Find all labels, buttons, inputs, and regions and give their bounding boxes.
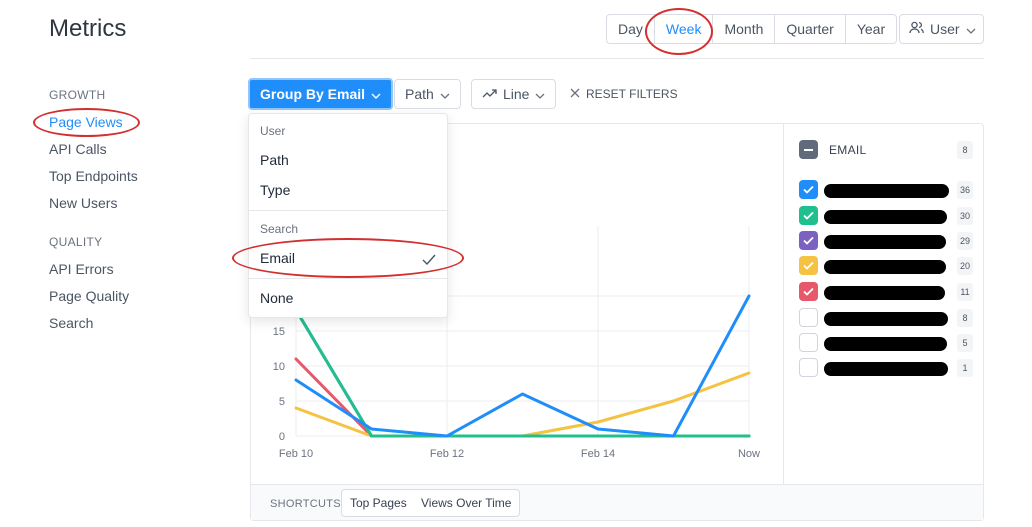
dropdown-item-path[interactable]: Path bbox=[260, 152, 289, 168]
period-quarter[interactable]: Quarter bbox=[774, 15, 844, 43]
series-line bbox=[294, 308, 751, 438]
shortcuts-label: SHORTCUTS bbox=[270, 498, 341, 510]
legend-redacted-label bbox=[824, 210, 947, 224]
legend-redacted-label bbox=[824, 286, 945, 300]
legend-redacted-label bbox=[824, 362, 948, 376]
legend-header-count: 8 bbox=[957, 141, 973, 159]
group-by-dropdown: User Path Type Search Email None bbox=[248, 113, 448, 318]
legend-checkbox[interactable] bbox=[799, 333, 818, 352]
user-menu-label: User bbox=[930, 21, 960, 37]
legend-count: 29 bbox=[957, 232, 973, 250]
dropdown-divider bbox=[249, 210, 447, 211]
x-tick-label: Feb 14 bbox=[581, 448, 615, 460]
x-tick-label: Now bbox=[738, 448, 760, 460]
legend-checkbox[interactable] bbox=[799, 256, 818, 275]
legend-checkbox[interactable] bbox=[799, 308, 818, 327]
dropdown-divider bbox=[249, 278, 447, 279]
legend-redacted-label bbox=[824, 337, 947, 351]
x-tick-label: Feb 12 bbox=[430, 448, 464, 460]
legend-checkbox[interactable] bbox=[799, 282, 818, 301]
sidebar-item-page-views[interactable]: Page Views bbox=[49, 114, 123, 130]
y-tick-label: 5 bbox=[279, 396, 285, 408]
chart-type-label: Line bbox=[503, 86, 530, 102]
period-selector: Day Week Month Quarter Year bbox=[606, 14, 898, 44]
users-icon bbox=[909, 21, 924, 37]
checkmark-icon bbox=[422, 252, 436, 270]
sidebar-item-page-quality[interactable]: Page Quality bbox=[49, 288, 129, 304]
legend-checkbox[interactable] bbox=[799, 180, 818, 199]
legend-checkbox[interactable] bbox=[799, 231, 818, 250]
top-pages-button[interactable]: Top Pages bbox=[341, 489, 416, 517]
period-week[interactable]: Week bbox=[653, 15, 713, 43]
sidebar-section-quality: QUALITY bbox=[49, 235, 103, 249]
legend-count: 20 bbox=[957, 257, 973, 275]
legend-item[interactable]: 5 bbox=[799, 333, 974, 353]
legend-count: 1 bbox=[957, 359, 973, 377]
group-by-label: Group By Email bbox=[260, 86, 366, 102]
trend-line-icon bbox=[482, 86, 497, 102]
path-filter-label: Path bbox=[405, 86, 434, 102]
legend-header: EMAIL bbox=[829, 143, 867, 157]
legend-count: 8 bbox=[957, 309, 973, 327]
legend-redacted-label bbox=[824, 260, 946, 274]
legend-select-all-checkbox[interactable] bbox=[799, 140, 818, 159]
legend-item[interactable]: 29 bbox=[799, 231, 974, 251]
legend-item[interactable]: 20 bbox=[799, 256, 974, 276]
chart-type-button[interactable]: Line bbox=[471, 79, 557, 109]
legend-item[interactable]: 1 bbox=[799, 358, 974, 378]
sidebar-item-new-users[interactable]: New Users bbox=[49, 195, 117, 211]
dropdown-section-search: Search bbox=[260, 222, 299, 236]
legend-item[interactable]: 36 bbox=[799, 180, 974, 200]
period-year[interactable]: Year bbox=[844, 15, 896, 43]
legend-count: 11 bbox=[957, 283, 973, 301]
period-day[interactable]: Day bbox=[607, 15, 654, 43]
legend-count: 5 bbox=[957, 334, 973, 352]
y-tick-label: 0 bbox=[279, 431, 285, 443]
chevron-down-icon bbox=[440, 86, 450, 102]
legend-item[interactable]: 11 bbox=[799, 282, 974, 302]
y-tick-label: 10 bbox=[273, 361, 285, 373]
sidebar-item-search[interactable]: Search bbox=[49, 315, 93, 331]
close-icon bbox=[570, 87, 580, 101]
dropdown-section-user: User bbox=[260, 124, 286, 138]
legend-redacted-label bbox=[824, 184, 949, 198]
dropdown-item-type[interactable]: Type bbox=[260, 182, 290, 198]
header-divider bbox=[250, 58, 984, 59]
user-menu-button[interactable]: User bbox=[899, 14, 984, 44]
views-over-time-button[interactable]: Views Over Time bbox=[413, 489, 521, 517]
legend-redacted-label bbox=[824, 312, 948, 326]
chevron-down-icon bbox=[371, 86, 381, 102]
x-tick-label: Feb 10 bbox=[279, 448, 313, 460]
reset-filters-label: RESET FILTERS bbox=[586, 87, 678, 101]
series-line bbox=[294, 308, 751, 438]
legend-checkbox[interactable] bbox=[799, 358, 818, 377]
sidebar-section-growth: GROWTH bbox=[49, 88, 106, 102]
group-by-button[interactable]: Group By Email bbox=[248, 78, 394, 110]
legend-checkbox[interactable] bbox=[799, 206, 818, 225]
chevron-down-icon bbox=[535, 86, 545, 102]
page-title: Metrics bbox=[49, 15, 127, 42]
legend-item[interactable]: 30 bbox=[799, 206, 974, 226]
period-month[interactable]: Month bbox=[712, 15, 774, 43]
legend-divider bbox=[783, 124, 784, 484]
reset-filters-button[interactable]: RESET FILTERS bbox=[570, 87, 678, 101]
legend-count: 30 bbox=[957, 207, 973, 225]
legend-item[interactable]: 8 bbox=[799, 308, 974, 328]
y-tick-label: 15 bbox=[273, 326, 285, 338]
sidebar-item-top-endpoints[interactable]: Top Endpoints bbox=[49, 168, 138, 184]
path-filter-button[interactable]: Path bbox=[394, 79, 461, 109]
dropdown-item-none[interactable]: None bbox=[260, 290, 293, 306]
sidebar-item-api-errors[interactable]: API Errors bbox=[49, 261, 114, 277]
sidebar-item-api-calls[interactable]: API Calls bbox=[49, 141, 107, 157]
legend-count: 36 bbox=[957, 181, 973, 199]
dropdown-item-email[interactable]: Email bbox=[260, 250, 295, 266]
chevron-down-icon bbox=[966, 21, 976, 37]
legend-redacted-label bbox=[824, 235, 946, 249]
